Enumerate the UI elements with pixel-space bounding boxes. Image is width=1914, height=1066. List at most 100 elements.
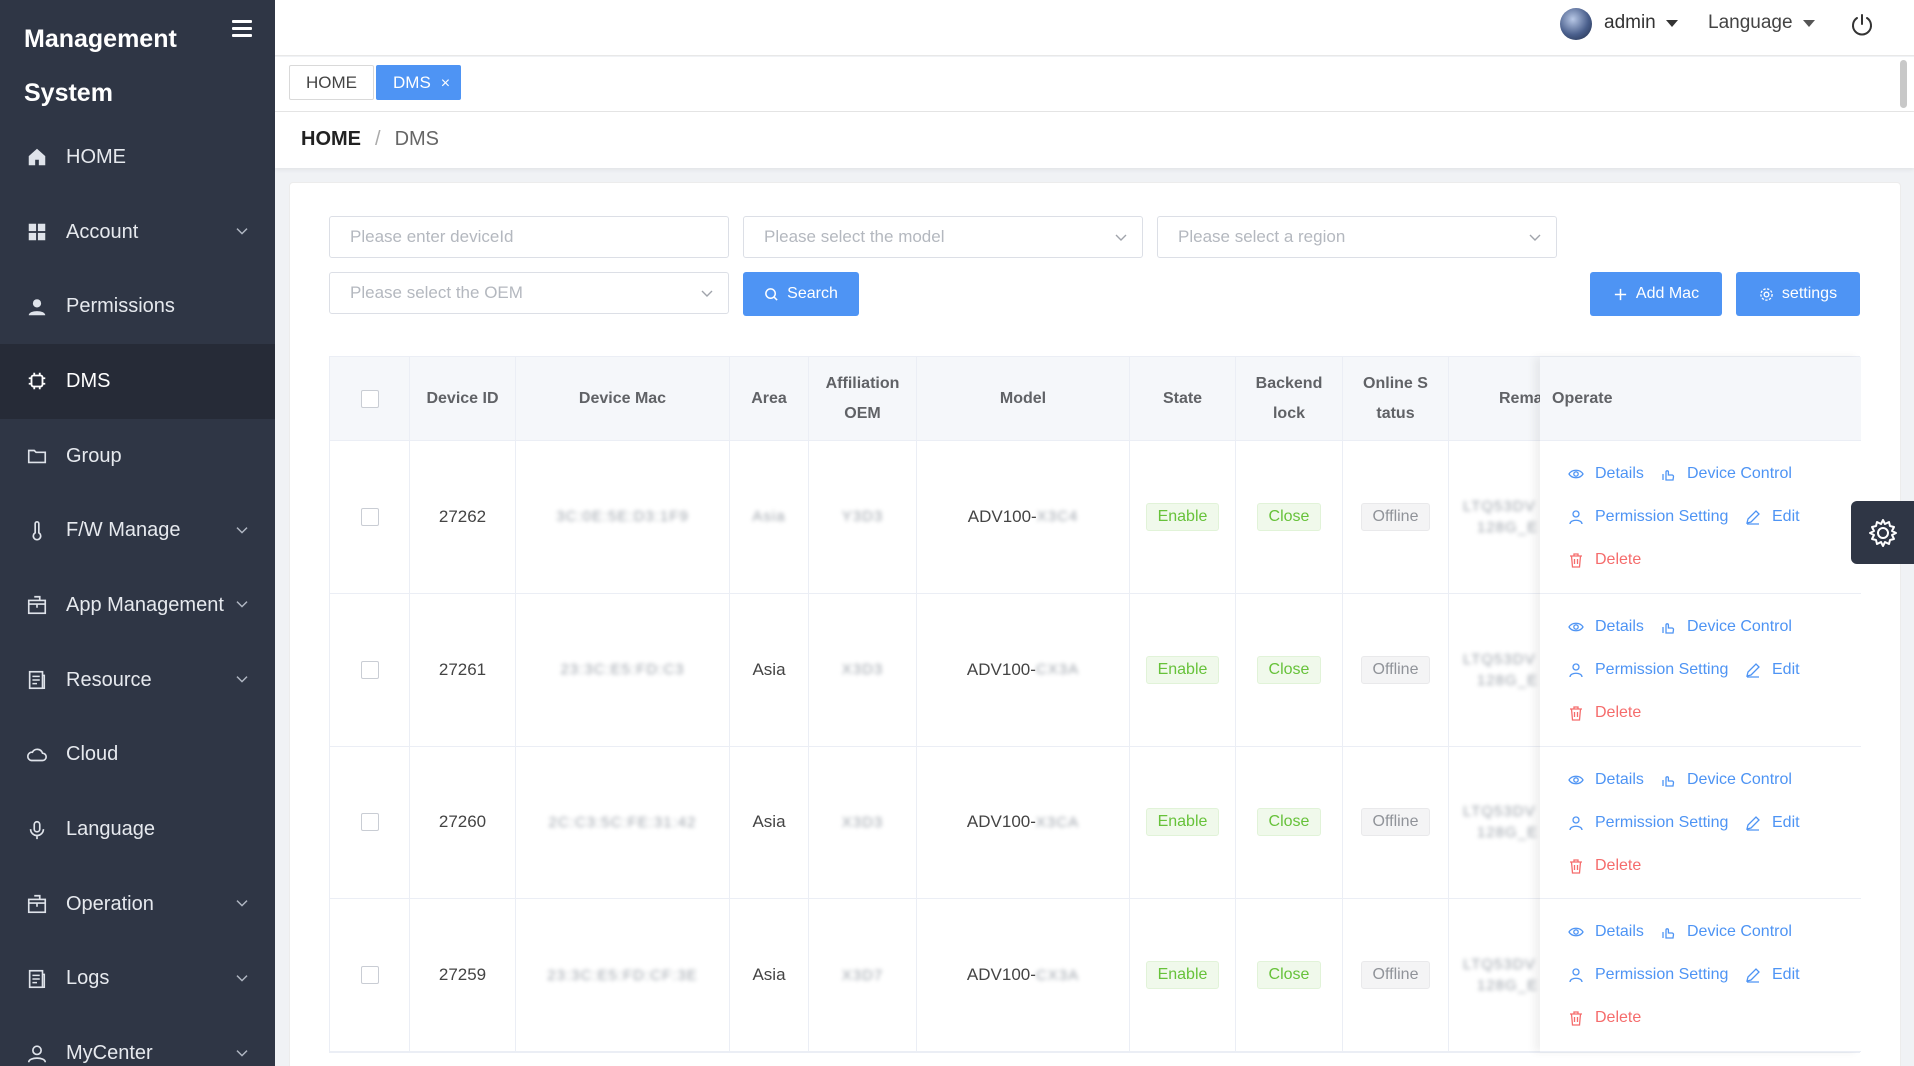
edit-link[interactable]: Edit (1745, 966, 1800, 984)
search-button[interactable]: Search (743, 272, 859, 316)
sidebar-item-operation[interactable]: Operation (0, 867, 275, 942)
sidebar-item-label: Logs (66, 967, 110, 990)
details-link[interactable]: Details (1568, 618, 1644, 636)
region-select[interactable]: Please select a region (1157, 216, 1557, 258)
device-control-link[interactable]: Device Control (1660, 771, 1792, 789)
search-icon (765, 287, 778, 301)
details-link[interactable]: Details (1568, 771, 1644, 789)
device-id-input[interactable]: Please enter deviceId (329, 216, 729, 258)
oem-select[interactable]: Please select the OEM (329, 272, 729, 314)
oem-placeholder: Please select the OEM (350, 283, 523, 302)
sidebar-item-cloud[interactable]: Cloud (0, 718, 275, 793)
sidebar-item-permissions[interactable]: Permissions (0, 269, 275, 344)
floating-settings-button[interactable] (1851, 501, 1914, 564)
sidebar-item-language[interactable]: Language (0, 792, 275, 867)
user-dropdown[interactable]: admin (1604, 12, 1678, 34)
permission-setting-label: Permission Setting (1595, 966, 1729, 984)
power-icon[interactable] (1849, 12, 1875, 38)
status-badge: Offline (1360, 655, 1431, 684)
lock-cell: Close (1236, 593, 1343, 746)
remark-value: 128G_E (1477, 824, 1539, 842)
area-value: Asia (752, 965, 786, 985)
language-dropdown[interactable]: Language (1708, 12, 1815, 34)
lock-cell: Close (1236, 899, 1343, 1052)
tag-dms[interactable]: DMS × (376, 65, 462, 100)
permission-setting-link[interactable]: Permission Setting (1568, 966, 1728, 984)
eye-icon (1568, 469, 1584, 479)
row-checkbox[interactable] (360, 966, 379, 985)
model-value: ADV100- (966, 812, 1036, 832)
sidebar-item-app-management[interactable]: App Management (0, 568, 275, 643)
status-badge: Enable (1145, 502, 1220, 531)
device-control-link[interactable]: Device Control (1660, 923, 1792, 941)
device-control-label: Device Control (1687, 617, 1792, 635)
operate-cell: Details Device Control Permission Settin… (1540, 594, 1861, 747)
delete-link[interactable]: Delete (1568, 857, 1641, 875)
header-state: State (1130, 357, 1236, 441)
select-all-checkbox[interactable] (360, 390, 379, 408)
state-cell: Enable (1130, 593, 1236, 746)
breadcrumb-home[interactable]: HOME (301, 128, 361, 151)
eye-icon (1568, 622, 1584, 632)
edit-link[interactable]: Edit (1745, 508, 1800, 526)
settings-button[interactable]: settings (1736, 272, 1860, 316)
device-mac-cell: 3C:0E:5E:D3:1F9 (516, 441, 730, 593)
delete-label: Delete (1595, 856, 1642, 874)
status-badge: Offline (1360, 502, 1431, 531)
sidebar-menu: HOME Account Permissions DMS Group F/W M… (0, 120, 275, 1066)
area-value: Asia (752, 508, 786, 526)
search-label: Search (787, 285, 838, 302)
details-link[interactable]: Details (1568, 923, 1644, 941)
close-icon[interactable]: × (441, 75, 450, 92)
device-control-link[interactable]: Device Control (1660, 465, 1792, 483)
edit-link[interactable]: Edit (1745, 814, 1800, 832)
model-cell: ADV100- X3CA (917, 746, 1130, 899)
top-header: admin Language (275, 0, 1914, 56)
sidebar-item-mycenter[interactable]: MyCenter (0, 1016, 275, 1066)
device-control-link[interactable]: Device Control (1660, 618, 1792, 636)
lock-cell: Close (1236, 441, 1343, 593)
sidebar-item-fw-manage[interactable]: F/W Manage (0, 493, 275, 568)
delete-link[interactable]: Delete (1568, 1009, 1641, 1027)
status-badge: Enable (1145, 961, 1220, 990)
tag-home[interactable]: HOME (289, 65, 374, 100)
model-select[interactable]: Please select the model (743, 216, 1143, 258)
model-value-redacted: CX3A (1035, 966, 1080, 984)
sidebar-item-resource[interactable]: Resource (0, 643, 275, 718)
user-icon (1569, 968, 1583, 983)
online-cell: Offline (1343, 899, 1449, 1052)
sidebar-item-dms[interactable]: DMS (0, 344, 275, 419)
scrollbar[interactable] (1900, 60, 1907, 108)
sidebar-item-account[interactable]: Account (0, 195, 275, 270)
sidebar-item-group[interactable]: Group (0, 419, 275, 494)
edit-link[interactable]: Edit (1745, 661, 1800, 679)
chevron-down-icon (236, 526, 248, 534)
remark-value: 128G_E (1477, 518, 1539, 536)
delete-link[interactable]: Delete (1568, 704, 1641, 722)
avatar[interactable] (1560, 8, 1592, 40)
state-cell: Enable (1130, 746, 1236, 899)
area-cell: Asia (730, 746, 809, 899)
header-area: Area (730, 357, 809, 441)
sidebar-item-logs[interactable]: Logs (0, 942, 275, 1017)
add-mac-button[interactable]: Add Mac (1590, 272, 1722, 316)
details-link[interactable]: Details (1568, 465, 1644, 483)
row-checkbox[interactable] (360, 813, 379, 832)
tag-label: DMS (393, 73, 431, 92)
delete-label: Delete (1595, 703, 1642, 721)
row-checkbox[interactable] (360, 660, 379, 679)
edit-icon (1746, 815, 1760, 831)
hamburger-menu-icon[interactable] (232, 20, 252, 40)
operate-cell: Details Device Control Permission Settin… (1540, 441, 1861, 594)
device-id-cell: 27260 (410, 746, 516, 899)
permission-setting-link[interactable]: Permission Setting (1568, 661, 1728, 679)
delete-link[interactable]: Delete (1568, 551, 1641, 569)
trash-icon (1570, 706, 1582, 721)
permission-setting-link[interactable]: Permission Setting (1568, 814, 1728, 832)
sidebar-item-home[interactable]: HOME (0, 120, 275, 195)
header-operate: Operate (1540, 357, 1861, 441)
permission-setting-link[interactable]: Permission Setting (1568, 508, 1728, 526)
row-checkbox[interactable] (360, 507, 379, 526)
row-select-cell (330, 899, 410, 1052)
grid-icon (26, 221, 48, 243)
